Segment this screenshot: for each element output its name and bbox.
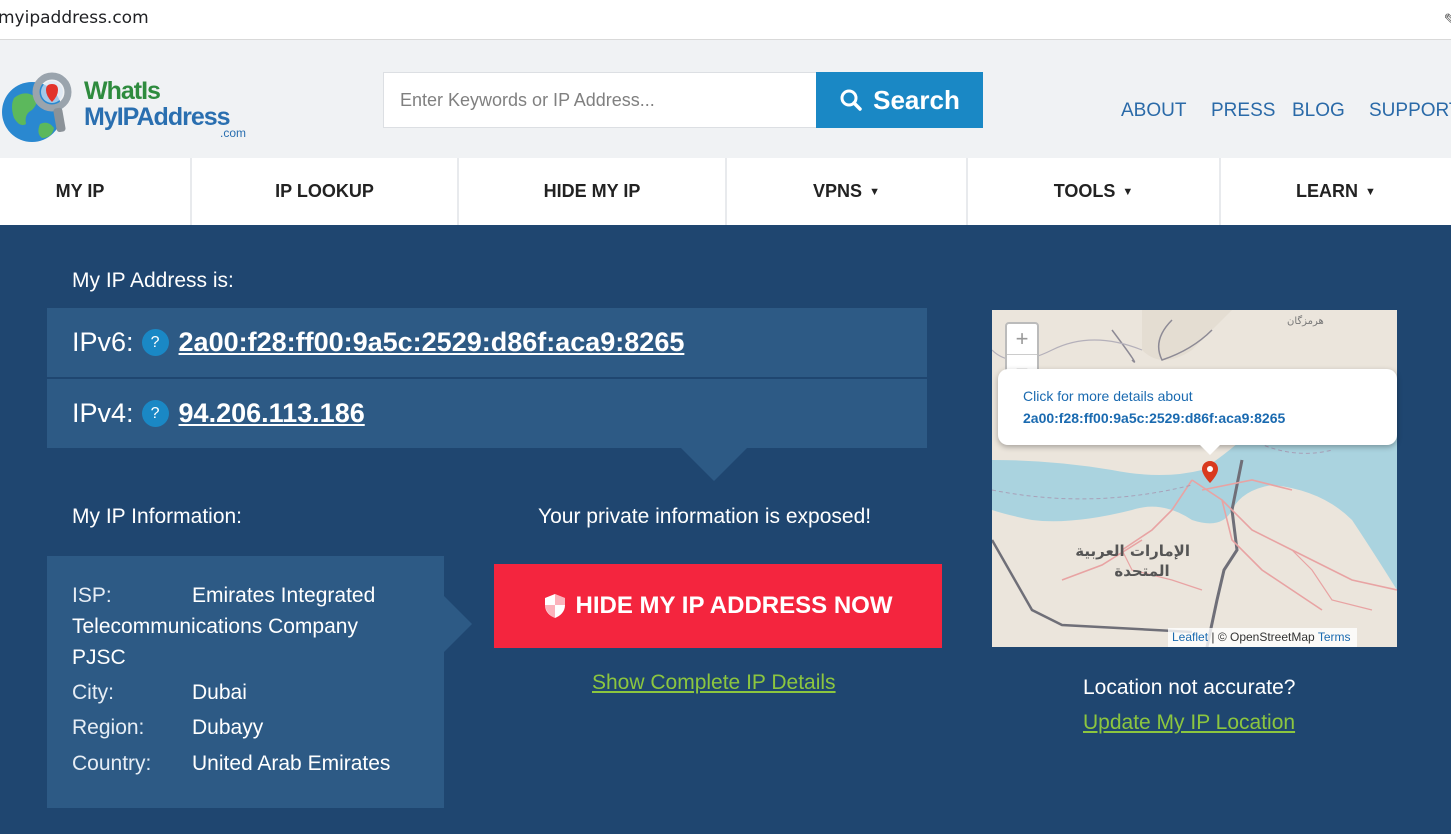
popup-ip[interactable]: 2a00:f28:ff00:9a5c:2529:d86f:aca9:8265 [1023,410,1285,426]
hide-ip-button-label: HIDE MY IP ADDRESS NOW [575,592,893,619]
ipv4-row: IPv4: ? 94.206.113.186 [47,379,927,448]
nav-hide-my-ip[interactable]: HIDE MY IP [459,158,727,225]
help-icon[interactable]: ? [141,329,169,356]
site-header: WhatIs MyIPAddress .com Search ABOUT PRE… [0,40,1451,158]
link-about[interactable]: ABOUT [1121,100,1211,122]
link-support[interactable]: SUPPORT [1369,100,1451,122]
ipv6-label: IPv6: [72,327,134,357]
show-details-link[interactable]: Show Complete IP Details [592,671,836,695]
region-label: Region: [72,716,145,739]
ip-heading: My IP Address is: [72,269,234,292]
exposed-text: Your private information is exposed! [538,505,872,528]
site-logo[interactable]: WhatIs MyIPAddress .com [0,66,260,156]
popup-tip [1198,443,1222,455]
map-label-country-2: المتحدة [1114,562,1169,580]
country-row: Country: United Arab Emirates [72,748,390,779]
hide-ip-button[interactable]: HIDE MY IP ADDRESS NOW [494,564,942,648]
terms-link[interactable]: Terms [1318,630,1351,644]
top-links: ABOUT PRESS BLOG SUPPORT [1121,100,1451,122]
caret-down-icon: ▼ [869,185,880,198]
logo-line3: .com [220,126,247,140]
browser-address-bar[interactable]: myipaddress.com ✎ [0,0,1451,40]
popup-line1: Click for more details about [1023,388,1193,404]
isp-row: ISP: Emirates Integrated [72,580,375,611]
ip-info-panel: ISP: Emirates Integrated Telecommunicatio… [47,556,472,808]
map-label-top: هرمزگان [1287,315,1324,327]
country-value: United Arab Emirates [192,752,391,775]
nav-tools[interactable]: TOOLS ▼ [968,158,1221,225]
link-blog[interactable]: BLOG [1292,100,1369,122]
location-question: Location not accurate? [1083,676,1296,699]
nav-ip-lookup[interactable]: IP LOOKUP [192,158,459,225]
location-map[interactable]: الإمارات العربية المتحدة هرمزگان [992,310,1397,647]
caret-down-icon: ▼ [1365,185,1376,198]
region-row: Region: Dubayy [72,712,263,743]
nav-my-ip[interactable]: MY IP [0,158,192,225]
city-row: City: Dubai [72,677,247,708]
main-nav: MY IP IP LOOKUP HIDE MY IP VPNS ▼ TOOLS ▼ … [0,158,1451,225]
info-panel-pointer [444,596,472,652]
map-tiles: الإمارات العربية المتحدة هرمزگان [992,310,1397,647]
caret-down-icon: ▼ [1122,185,1134,198]
edit-icon[interactable]: ✎ [1444,10,1451,30]
country-label: Country: [72,752,152,775]
map-label-country-1: الإمارات العربية [1075,542,1190,560]
leaflet-link[interactable]: Leaflet [1172,630,1208,644]
ipv6-row: IPv6: ? 2a00:f28:ff00:9a5c:2529:d86f:aca… [47,308,927,377]
update-location-link[interactable]: Update My IP Location [1083,711,1295,735]
zoom-in-button[interactable]: + [1007,324,1037,354]
search-button-label: Search [873,84,960,115]
search-bar: Search [383,72,983,128]
isp-value-line1: Emirates Integrated [192,584,376,607]
city-value: Dubai [192,681,247,704]
map-attribution: Leaflet | © OpenStreetMap Terms [1168,628,1357,647]
map-popup[interactable]: Click for more details about 2a00:f28:ff… [998,369,1397,455]
region-value: Dubayy [192,716,264,739]
nav-vpns[interactable]: VPNS ▼ [727,158,968,225]
ipv4-value[interactable]: 94.206.113.186 [179,398,365,429]
logo-line2: MyIPAddress [84,103,231,131]
ip-box-pointer [680,447,748,481]
link-press[interactable]: PRESS [1211,100,1292,122]
info-heading: My IP Information: [72,505,243,528]
isp-value-line2: Telecommunications Company [72,615,358,638]
ipv4-label: IPv4: [72,398,134,428]
globe-magnifier-icon [2,72,72,142]
ipv6-value[interactable]: 2a00:f28:ff00:9a5c:2529:d86f:aca9:8265 [179,327,685,358]
isp-label: ISP: [72,584,112,607]
help-icon[interactable]: ? [141,400,169,427]
search-input[interactable] [383,72,817,128]
main-content: My IP Address is: IPv6: ? 2a00:f28:ff00:… [0,225,1451,834]
isp-value-line3: PJSC [72,646,126,669]
nav-learn[interactable]: LEARN ▼ [1221,158,1451,225]
attribution-text: | © OpenStreetMap [1208,630,1318,644]
city-label: City: [72,681,114,704]
logo-line1: WhatIs [84,77,161,105]
search-icon [840,89,862,111]
url-text[interactable]: myipaddress.com [0,8,149,28]
search-button[interactable]: Search [816,72,983,128]
shield-icon [544,594,565,618]
